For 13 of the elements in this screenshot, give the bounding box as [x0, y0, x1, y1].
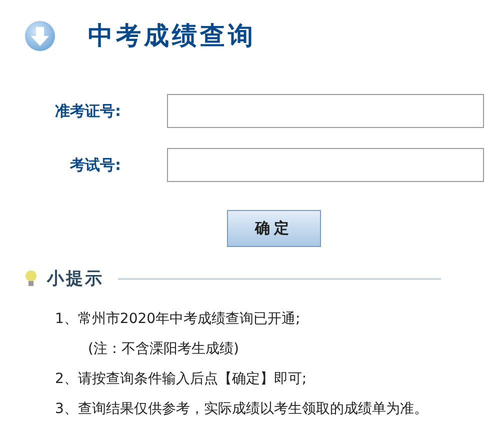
- tip-text: 3、查询结果仅供参考，实际成绩以考生领取的成绩单为准。: [55, 400, 429, 419]
- input-field[interactable]: [167, 94, 484, 128]
- page-title: 中考成绩查询: [88, 20, 256, 52]
- confirm-button[interactable]: 确定: [227, 210, 321, 247]
- field-label: 准考证号:: [54, 102, 121, 120]
- tip-text: 2、请按查询条件输入后点【确定】即可;: [55, 370, 308, 389]
- download-icon: [24, 20, 56, 52]
- tips-heading: 小提示: [47, 268, 104, 290]
- field-label: 考试号:: [68, 156, 121, 174]
- input-field[interactable]: [167, 148, 484, 182]
- lightbulb-icon: [25, 270, 37, 288]
- tip-text: 1、常州市2020年中考成绩查询已开通;: [55, 310, 302, 329]
- tip-note: (注：不含溧阳考生成绩): [87, 340, 240, 359]
